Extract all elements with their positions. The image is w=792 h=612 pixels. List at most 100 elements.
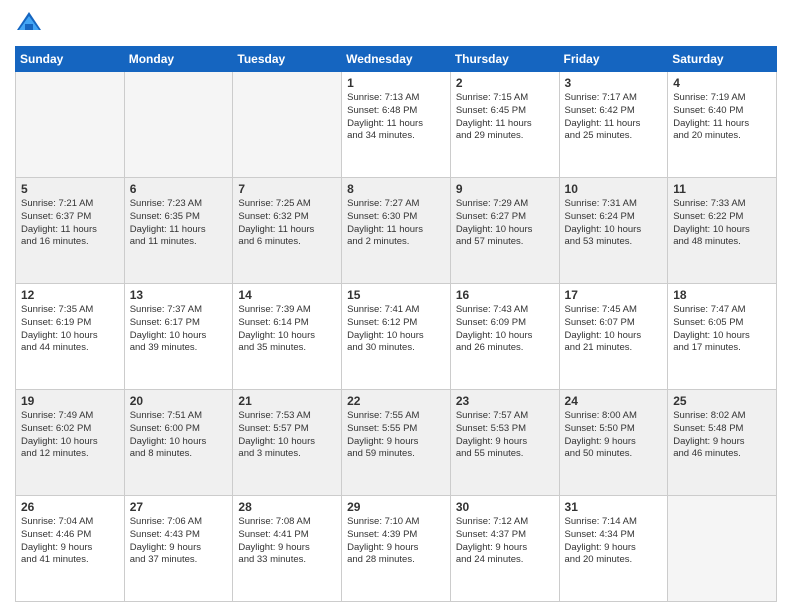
day-info: Sunrise: 7:47 AM Sunset: 6:05 PM Dayligh… bbox=[673, 304, 771, 355]
day-number: 25 bbox=[673, 394, 771, 408]
day-number: 26 bbox=[21, 500, 119, 514]
day-info: Sunrise: 7:04 AM Sunset: 4:46 PM Dayligh… bbox=[21, 516, 119, 567]
day-info: Sunrise: 7:27 AM Sunset: 6:30 PM Dayligh… bbox=[347, 198, 445, 249]
calendar-day-cell: 28 Sunrise: 7:08 AM Sunset: 4:41 PM Dayli… bbox=[233, 496, 342, 602]
calendar-day-cell bbox=[668, 496, 777, 602]
header bbox=[15, 10, 777, 38]
calendar-day-cell: 17 Sunrise: 7:45 AM Sunset: 6:07 PM Dayli… bbox=[559, 284, 668, 390]
day-number: 20 bbox=[130, 394, 228, 408]
day-number: 18 bbox=[673, 288, 771, 302]
day-info: Sunrise: 7:55 AM Sunset: 5:55 PM Dayligh… bbox=[347, 410, 445, 461]
logo-icon bbox=[15, 10, 43, 38]
day-number: 29 bbox=[347, 500, 445, 514]
calendar-week-row: 19Sunrise: 7:49 AM Sunset: 6:02 PM Dayli… bbox=[16, 390, 777, 496]
day-info: Sunrise: 7:17 AM Sunset: 6:42 PM Dayligh… bbox=[565, 92, 663, 143]
day-info: Sunrise: 7:13 AM Sunset: 6:48 PM Dayligh… bbox=[347, 92, 445, 143]
calendar-day-cell: 14 Sunrise: 7:39 AM Sunset: 6:14 PM Dayli… bbox=[233, 284, 342, 390]
weekday-header-wednesday: Wednesday bbox=[342, 47, 451, 72]
calendar-day-cell: 19Sunrise: 7:49 AM Sunset: 6:02 PM Dayli… bbox=[16, 390, 125, 496]
day-number: 24 bbox=[565, 394, 663, 408]
calendar-day-cell: 3 Sunrise: 7:17 AM Sunset: 6:42 PM Daylig… bbox=[559, 72, 668, 178]
day-info: Sunrise: 7:39 AM Sunset: 6:14 PM Dayligh… bbox=[238, 304, 336, 355]
day-number: 16 bbox=[456, 288, 554, 302]
day-info: Sunrise: 7:51 AM Sunset: 6:00 PM Dayligh… bbox=[130, 410, 228, 461]
calendar-day-cell bbox=[233, 72, 342, 178]
calendar-day-cell: 8 Sunrise: 7:27 AM Sunset: 6:30 PM Daylig… bbox=[342, 178, 451, 284]
calendar-day-cell: 21 Sunrise: 7:53 AM Sunset: 5:57 PM Dayli… bbox=[233, 390, 342, 496]
calendar-day-cell: 11 Sunrise: 7:33 AM Sunset: 6:22 PM Dayli… bbox=[668, 178, 777, 284]
calendar-day-cell: 16 Sunrise: 7:43 AM Sunset: 6:09 PM Dayli… bbox=[450, 284, 559, 390]
calendar-day-cell: 30 Sunrise: 7:12 AM Sunset: 4:37 PM Dayli… bbox=[450, 496, 559, 602]
day-number: 7 bbox=[238, 182, 336, 196]
day-number: 17 bbox=[565, 288, 663, 302]
day-info: Sunrise: 7:15 AM Sunset: 6:45 PM Dayligh… bbox=[456, 92, 554, 143]
day-info: Sunrise: 7:35 AM Sunset: 6:19 PM Dayligh… bbox=[21, 304, 119, 355]
day-info: Sunrise: 7:53 AM Sunset: 5:57 PM Dayligh… bbox=[238, 410, 336, 461]
day-number: 31 bbox=[565, 500, 663, 514]
day-number: 23 bbox=[456, 394, 554, 408]
day-info: Sunrise: 7:19 AM Sunset: 6:40 PM Dayligh… bbox=[673, 92, 771, 143]
day-number: 6 bbox=[130, 182, 228, 196]
logo bbox=[15, 10, 47, 38]
weekday-header-tuesday: Tuesday bbox=[233, 47, 342, 72]
day-info: Sunrise: 7:10 AM Sunset: 4:39 PM Dayligh… bbox=[347, 516, 445, 567]
weekday-header-row: SundayMondayTuesdayWednesdayThursdayFrid… bbox=[16, 47, 777, 72]
weekday-header-sunday: Sunday bbox=[16, 47, 125, 72]
day-number: 8 bbox=[347, 182, 445, 196]
day-info: Sunrise: 8:02 AM Sunset: 5:48 PM Dayligh… bbox=[673, 410, 771, 461]
day-number: 14 bbox=[238, 288, 336, 302]
day-info: Sunrise: 7:29 AM Sunset: 6:27 PM Dayligh… bbox=[456, 198, 554, 249]
day-number: 28 bbox=[238, 500, 336, 514]
calendar-day-cell: 25 Sunrise: 8:02 AM Sunset: 5:48 PM Dayli… bbox=[668, 390, 777, 496]
calendar-day-cell: 26 Sunrise: 7:04 AM Sunset: 4:46 PM Dayli… bbox=[16, 496, 125, 602]
calendar-day-cell: 4 Sunrise: 7:19 AM Sunset: 6:40 PM Daylig… bbox=[668, 72, 777, 178]
calendar-day-cell bbox=[16, 72, 125, 178]
calendar-day-cell: 29 Sunrise: 7:10 AM Sunset: 4:39 PM Dayli… bbox=[342, 496, 451, 602]
calendar-week-row: 26 Sunrise: 7:04 AM Sunset: 4:46 PM Dayli… bbox=[16, 496, 777, 602]
day-info: Sunrise: 7:43 AM Sunset: 6:09 PM Dayligh… bbox=[456, 304, 554, 355]
calendar-day-cell: 22 Sunrise: 7:55 AM Sunset: 5:55 PM Dayli… bbox=[342, 390, 451, 496]
day-number: 27 bbox=[130, 500, 228, 514]
calendar-week-row: 12Sunrise: 7:35 AM Sunset: 6:19 PM Dayli… bbox=[16, 284, 777, 390]
calendar-day-cell bbox=[124, 72, 233, 178]
calendar-day-cell: 7Sunrise: 7:25 AM Sunset: 6:32 PM Daylig… bbox=[233, 178, 342, 284]
day-info: Sunrise: 7:37 AM Sunset: 6:17 PM Dayligh… bbox=[130, 304, 228, 355]
day-number: 30 bbox=[456, 500, 554, 514]
day-info: Sunrise: 7:08 AM Sunset: 4:41 PM Dayligh… bbox=[238, 516, 336, 567]
calendar-day-cell: 13Sunrise: 7:37 AM Sunset: 6:17 PM Dayli… bbox=[124, 284, 233, 390]
day-info: Sunrise: 7:12 AM Sunset: 4:37 PM Dayligh… bbox=[456, 516, 554, 567]
weekday-header-saturday: Saturday bbox=[668, 47, 777, 72]
day-number: 11 bbox=[673, 182, 771, 196]
day-number: 10 bbox=[565, 182, 663, 196]
day-info: Sunrise: 7:23 AM Sunset: 6:35 PM Dayligh… bbox=[130, 198, 228, 249]
weekday-header-friday: Friday bbox=[559, 47, 668, 72]
calendar-day-cell: 15Sunrise: 7:41 AM Sunset: 6:12 PM Dayli… bbox=[342, 284, 451, 390]
calendar-day-cell: 27Sunrise: 7:06 AM Sunset: 4:43 PM Dayli… bbox=[124, 496, 233, 602]
calendar-day-cell: 10 Sunrise: 7:31 AM Sunset: 6:24 PM Dayli… bbox=[559, 178, 668, 284]
day-number: 5 bbox=[21, 182, 119, 196]
calendar-week-row: 5 Sunrise: 7:21 AM Sunset: 6:37 PM Daylig… bbox=[16, 178, 777, 284]
calendar-day-cell: 5 Sunrise: 7:21 AM Sunset: 6:37 PM Daylig… bbox=[16, 178, 125, 284]
day-number: 15 bbox=[347, 288, 445, 302]
day-number: 4 bbox=[673, 76, 771, 90]
weekday-header-thursday: Thursday bbox=[450, 47, 559, 72]
day-info: Sunrise: 7:57 AM Sunset: 5:53 PM Dayligh… bbox=[456, 410, 554, 461]
day-number: 22 bbox=[347, 394, 445, 408]
calendar-day-cell: 1Sunrise: 7:13 AM Sunset: 6:48 PM Daylig… bbox=[342, 72, 451, 178]
day-info: Sunrise: 7:31 AM Sunset: 6:24 PM Dayligh… bbox=[565, 198, 663, 249]
day-number: 19 bbox=[21, 394, 119, 408]
calendar-day-cell: 23 Sunrise: 7:57 AM Sunset: 5:53 PM Dayli… bbox=[450, 390, 559, 496]
day-number: 21 bbox=[238, 394, 336, 408]
day-info: Sunrise: 7:45 AM Sunset: 6:07 PM Dayligh… bbox=[565, 304, 663, 355]
calendar-day-cell: 2 Sunrise: 7:15 AM Sunset: 6:45 PM Daylig… bbox=[450, 72, 559, 178]
day-number: 3 bbox=[565, 76, 663, 90]
day-info: Sunrise: 7:21 AM Sunset: 6:37 PM Dayligh… bbox=[21, 198, 119, 249]
calendar-week-row: 1Sunrise: 7:13 AM Sunset: 6:48 PM Daylig… bbox=[16, 72, 777, 178]
calendar-day-cell: 9Sunrise: 7:29 AM Sunset: 6:27 PM Daylig… bbox=[450, 178, 559, 284]
calendar-day-cell: 20 Sunrise: 7:51 AM Sunset: 6:00 PM Dayli… bbox=[124, 390, 233, 496]
weekday-header-monday: Monday bbox=[124, 47, 233, 72]
day-info: Sunrise: 7:14 AM Sunset: 4:34 PM Dayligh… bbox=[565, 516, 663, 567]
calendar-day-cell: 24Sunrise: 8:00 AM Sunset: 5:50 PM Dayli… bbox=[559, 390, 668, 496]
day-number: 2 bbox=[456, 76, 554, 90]
day-info: Sunrise: 7:33 AM Sunset: 6:22 PM Dayligh… bbox=[673, 198, 771, 249]
